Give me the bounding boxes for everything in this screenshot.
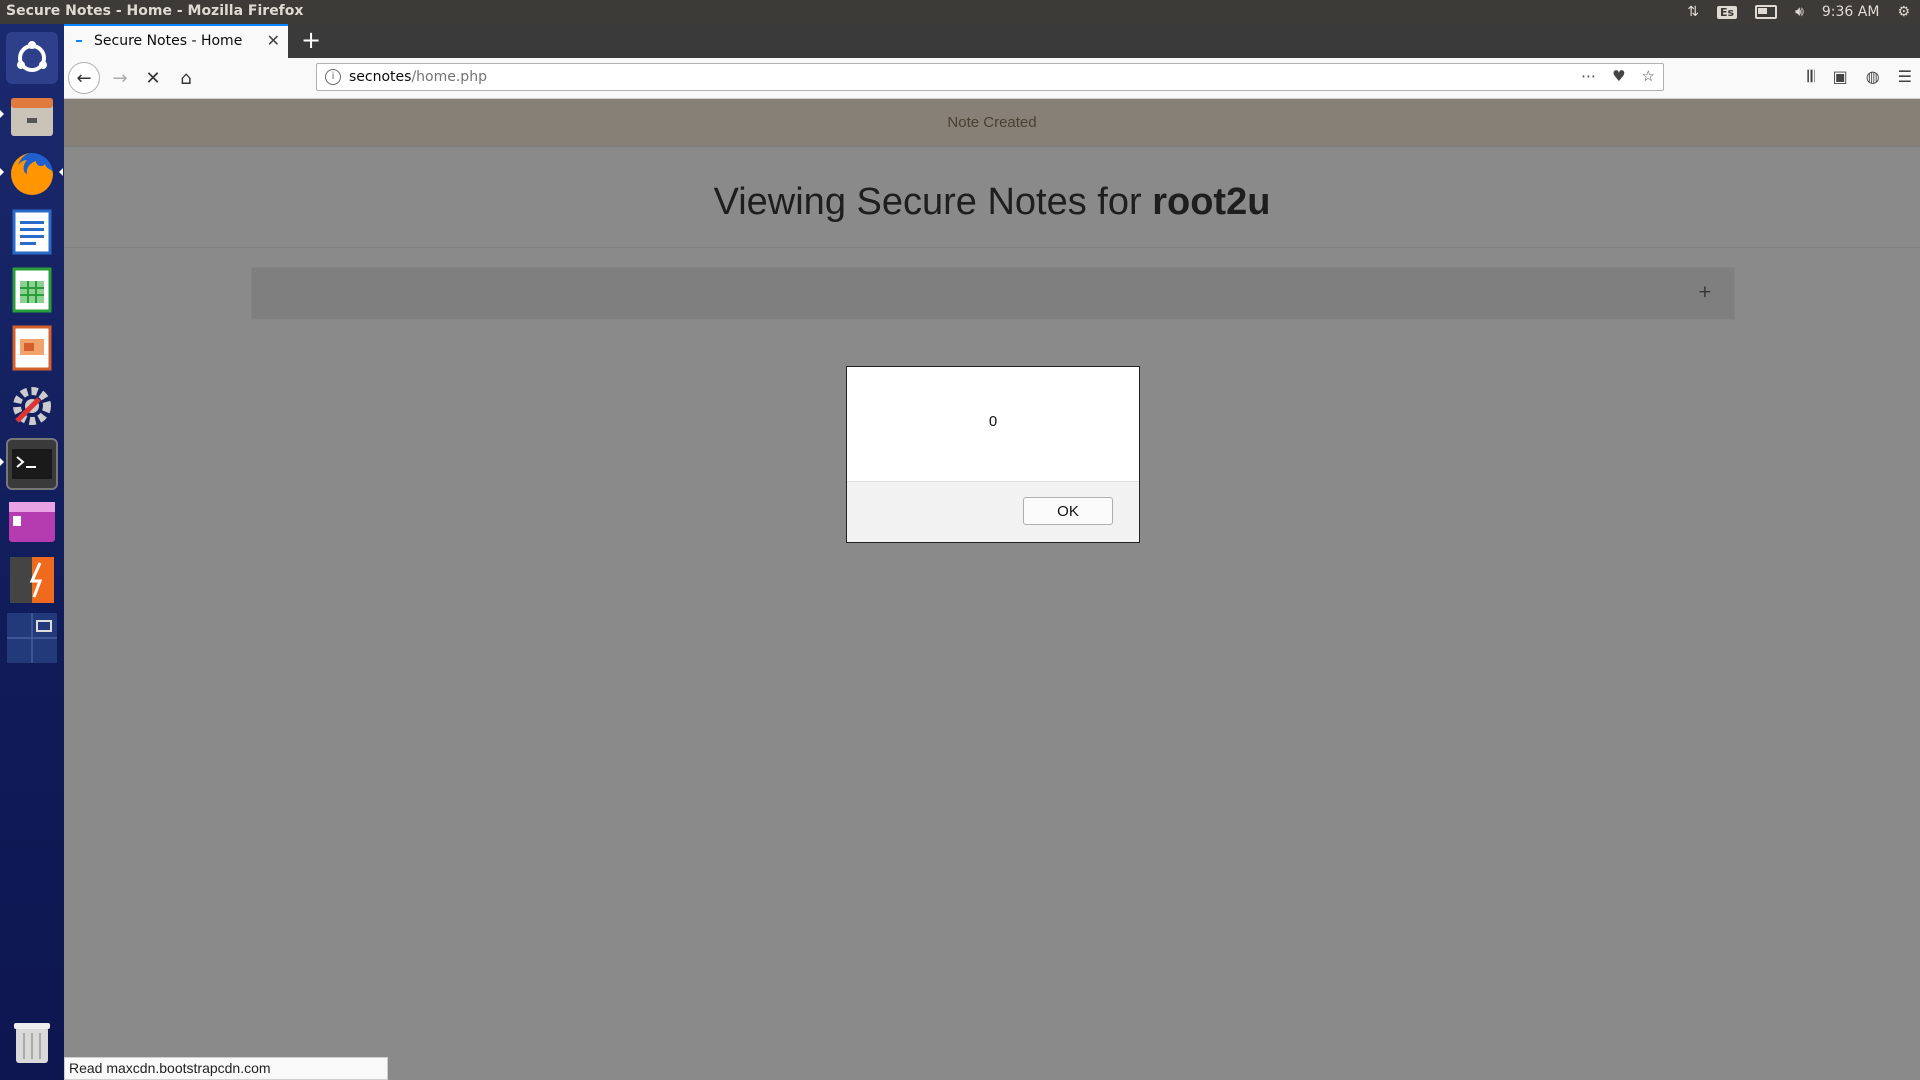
- network-icon[interactable]: ⇅: [1687, 4, 1699, 20]
- page-actions-icon[interactable]: ⋯: [1581, 67, 1596, 85]
- battery-icon[interactable]: [1755, 5, 1778, 19]
- status-bar: Read maxcdn.bootstrapcdn.com: [64, 1057, 388, 1080]
- launcher: [0, 24, 64, 1080]
- success-alert: Note Created: [64, 99, 1920, 147]
- tab-loading-indicator: [76, 40, 82, 42]
- url-bar[interactable]: i secnotes/home.php ⋯ ♥ ☆: [316, 63, 1664, 91]
- stop-loading-button[interactable]: ✕: [139, 64, 167, 92]
- url-text: secnotes/home.php: [349, 69, 487, 85]
- add-note-button[interactable]: +: [1698, 282, 1712, 302]
- site-info-icon[interactable]: i: [325, 69, 341, 85]
- top-panel: Secure Notes - Home - Mozilla Firefox ⇅ …: [0, 0, 1920, 24]
- page-content: Note Created Viewing Secure Notes for ro…: [64, 99, 1920, 1080]
- burpsuite-icon[interactable]: [6, 554, 58, 606]
- launcher-running-indicator: [0, 110, 4, 118]
- workspace-switcher-icon[interactable]: [6, 612, 58, 664]
- libreoffice-impress-icon[interactable]: [6, 322, 58, 374]
- url-bar-actions: ⋯ ♥ ☆: [1581, 67, 1655, 85]
- volume-icon[interactable]: 🔊︎: [1795, 4, 1804, 20]
- system-settings-icon[interactable]: [6, 380, 58, 432]
- navigation-bar: ← → ✕ ⌂ i secnotes/home.php ⋯ ♥ ☆ 𝄃𝄃 ▣ ◍…: [64, 58, 1920, 99]
- sidebar-icon[interactable]: ▣: [1833, 67, 1848, 87]
- libreoffice-writer-icon[interactable]: [6, 206, 58, 258]
- forward-button[interactable]: →: [106, 64, 134, 92]
- launcher-running-indicator: [0, 168, 4, 176]
- hamburger-menu-icon[interactable]: ☰: [1898, 67, 1912, 87]
- system-tray: ⇅ Es 🔊︎ 9:36 AM ⚙: [1687, 0, 1920, 24]
- settings-gear-icon[interactable]: ⚙: [1897, 4, 1910, 20]
- home-button[interactable]: ⌂: [172, 64, 200, 92]
- url-path: /home.php: [411, 69, 487, 85]
- app-launcher-icon[interactable]: [6, 496, 58, 548]
- page-heading: Viewing Secure Notes for root2u: [64, 181, 1920, 224]
- libreoffice-calc-icon[interactable]: [6, 264, 58, 316]
- tab-bar: Secure Notes - Home ✕ +: [64, 24, 1920, 58]
- new-note-panel[interactable]: +: [251, 267, 1735, 320]
- close-tab-icon[interactable]: ✕: [267, 31, 280, 50]
- ok-button[interactable]: OK: [1023, 497, 1113, 525]
- trash-icon[interactable]: [6, 1016, 58, 1068]
- keyboard-layout-icon[interactable]: Es: [1717, 5, 1738, 19]
- dialog-footer: OK: [847, 481, 1139, 542]
- new-tab-button[interactable]: +: [296, 26, 326, 54]
- clock[interactable]: 9:36 AM: [1822, 4, 1880, 20]
- window-title: Secure Notes - Home - Mozilla Firefox: [6, 3, 304, 19]
- files-icon[interactable]: [6, 90, 58, 142]
- tab-secure-notes-home[interactable]: Secure Notes - Home ✕: [64, 24, 288, 58]
- url-domain: secnotes: [349, 69, 412, 85]
- divider: [64, 247, 1920, 248]
- tab-title: Secure Notes - Home: [94, 33, 243, 49]
- launcher-active-indicator: [59, 168, 63, 176]
- terminal-icon[interactable]: [6, 438, 58, 490]
- alert-dialog: 0 OK: [846, 366, 1140, 543]
- pocket-icon[interactable]: ♥: [1612, 67, 1625, 85]
- ubuntu-dash-icon[interactable]: [6, 32, 58, 84]
- heading-prefix: Viewing Secure Notes for: [713, 181, 1153, 223]
- bookmark-star-icon[interactable]: ☆: [1642, 67, 1655, 85]
- heading-username: root2u: [1152, 181, 1271, 223]
- launcher-running-indicator: [0, 458, 4, 466]
- back-button[interactable]: ←: [68, 62, 100, 94]
- alert-text: Note Created: [947, 114, 1037, 131]
- dialog-message: 0: [988, 413, 998, 430]
- library-icon[interactable]: 𝄃𝄃: [1807, 67, 1814, 87]
- color-extension-icon[interactable]: ◍: [1866, 67, 1880, 87]
- toolbar-right: 𝄃𝄃 ▣ ◍ ☰: [1807, 67, 1912, 87]
- firefox-icon[interactable]: [6, 148, 58, 200]
